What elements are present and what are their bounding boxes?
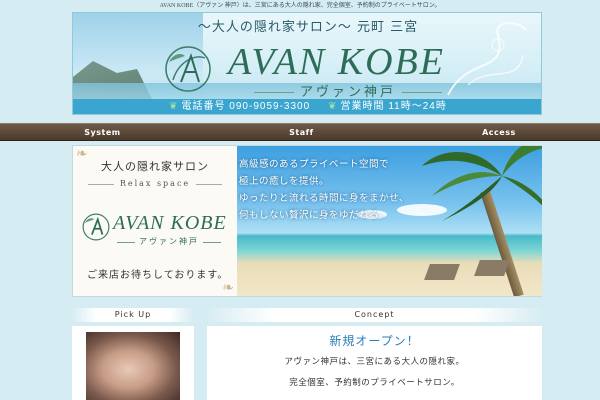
banner-tagline: 〜大人の隠れ家サロン〜 元町 三宮 <box>197 20 419 35</box>
hero-copy: 高級感のあるプライベート空間で 極上の癒しを提供。 ゆったりと流れる時間に身をま… <box>237 156 409 224</box>
hero-welcome-text: ご来店お待ちしております。 <box>87 270 229 281</box>
pickup-card[interactable] <box>72 326 194 400</box>
concept-line: アヴァン神戸は、三宮にある大人の隠れ家。 <box>284 357 465 367</box>
header-banner[interactable]: 〜大人の隠れ家サロン〜 元町 三宮 AVAN KOBE アヴァン神戸 ❦ 電話番号… <box>72 12 542 115</box>
main-nav: System Staff Access <box>0 123 600 141</box>
hero-logo: AVAN KOBE <box>113 212 227 234</box>
hours-label: 営業時間 11時〜24時 <box>340 101 447 112</box>
site-logo[interactable]: AVAN KOBE <box>228 40 445 84</box>
beach-chair-shape <box>474 260 510 276</box>
concept-line: 完全個室、予約制のプライベートサロン。 <box>289 378 460 388</box>
beach-photo: 高級感のあるプライベート空間で 極上の癒しを提供。 ゆったりと流れる時間に身をま… <box>237 146 542 296</box>
hero-copy-line: 何もしない贅沢に身をゆだねる。 <box>239 210 390 221</box>
pickup-section: Pick Up <box>72 308 194 400</box>
hero-copy-line: 高級感のあるプライベート空間で <box>239 159 390 170</box>
palm-leaves-shape <box>422 146 542 221</box>
hero-logo-subtitle: アヴァン神戸 <box>109 236 229 247</box>
concept-body: 新規オープン！ アヴァン神戸は、三宮にある大人の隠れ家。 完全個室、予約制のプラ… <box>207 326 542 400</box>
hours-info: ❦ 営業時間 11時〜24時 <box>328 99 447 114</box>
phone-label: 電話番号 090-9059-3300 <box>181 101 311 112</box>
leaf-emblem-icon <box>82 213 110 241</box>
nav-access[interactable]: Access <box>482 124 516 140</box>
concept-title: 新規オープン！ <box>329 334 420 348</box>
pickup-heading: Pick Up <box>72 308 194 322</box>
pickup-staff-photo[interactable] <box>86 332 180 400</box>
hero-copy-line: 極上の癒しを提供。 <box>239 176 330 187</box>
site-logo-subtitle: アヴァン神戸 <box>233 81 463 100</box>
phone-info[interactable]: ❦ 電話番号 090-9059-3300 <box>169 99 310 114</box>
top-notice: AVAN KOBE（アヴァン 神戸）は、三宮にある大人の隠れ家、完全個室、予約制… <box>159 3 441 9</box>
leaf-icon: ❦ <box>169 101 179 112</box>
beach-chair-shape <box>424 264 460 280</box>
hero-section: ❧ ❧ 大人の隠れ家サロン Relax space AVAN KOBE アヴァン… <box>72 145 542 297</box>
hero-copy-line: ゆったりと流れる時間に身をまかせ、 <box>239 193 410 204</box>
leaf-emblem-icon <box>165 46 211 92</box>
nav-staff[interactable]: Staff <box>289 124 313 140</box>
hero-intro-title: 大人の隠れ家サロン <box>101 160 209 173</box>
hero-intro-panel: ❧ ❧ 大人の隠れ家サロン Relax space AVAN KOBE アヴァン… <box>73 146 237 296</box>
hero-intro-subtitle: Relax space <box>73 179 237 188</box>
concept-section: Concept 新規オープン！ アヴァン神戸は、三宮にある大人の隠れ家。 完全個… <box>207 308 542 400</box>
corner-ornament-icon: ❧ <box>222 280 234 296</box>
banner-info-bar: ❦ 電話番号 090-9059-3300 ❦ 営業時間 11時〜24時 <box>73 99 541 114</box>
nav-system[interactable]: System <box>84 124 120 140</box>
leaf-icon: ❦ <box>328 101 338 112</box>
concept-heading: Concept <box>207 308 542 322</box>
